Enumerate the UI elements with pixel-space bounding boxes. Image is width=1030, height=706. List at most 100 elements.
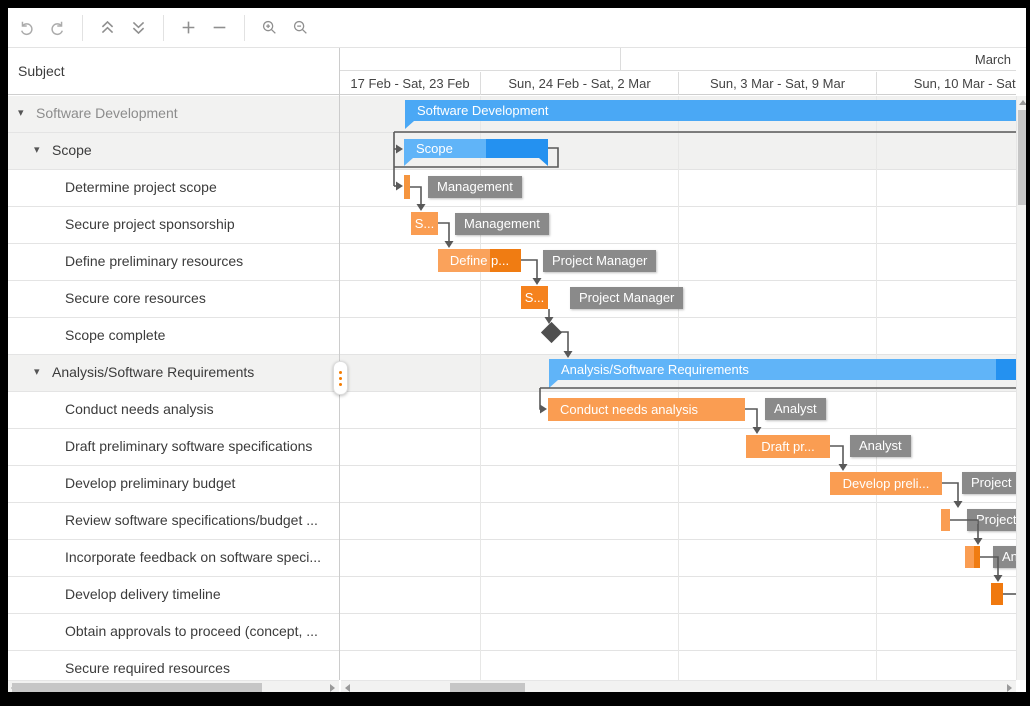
task-row-define-preliminary-resources[interactable]: Define preliminary resources (8, 244, 339, 281)
collapse-chevron-icon[interactable]: ▾ (18, 106, 24, 119)
dependency-arrowhead-icon (838, 464, 848, 471)
collapse-chevron-icon[interactable]: ▾ (34, 143, 40, 156)
dependency-line (950, 519, 979, 540)
dependency-arrowhead-icon (993, 575, 1003, 582)
dependency-arrowhead-icon (396, 144, 403, 154)
zoom-out-button[interactable] (287, 14, 314, 42)
scroll-right-icon[interactable] (330, 684, 335, 692)
week-header-cell: Sun, 10 Mar - Sat, 16 (876, 72, 1016, 95)
main-area: Subject ▾ Software Development ▾ Scope Deter… (8, 48, 1026, 680)
task-row-scope-complete[interactable]: Scope complete (8, 318, 339, 355)
task-row-determine-project-scope[interactable]: Determine project scope (8, 170, 339, 207)
dependency-arrowhead-icon (532, 278, 542, 285)
dependency-line (561, 331, 569, 353)
task-label: Software Development (36, 105, 178, 121)
undo-icon (21, 21, 33, 36)
expand-all-button[interactable] (125, 14, 152, 42)
collapse-all-button[interactable] (94, 14, 121, 42)
zoom-in-icon (262, 20, 276, 34)
task-label: Obtain approvals to proceed (concept, ..… (65, 623, 318, 639)
dependency-arrowhead-icon (563, 351, 573, 358)
panel-splitter-handle[interactable] (333, 361, 348, 395)
zoom-out-icon (293, 20, 307, 34)
task-row-secure-required-resources[interactable]: Secure required resources (8, 651, 339, 680)
dependency-line (438, 222, 450, 243)
dependency-arrowhead-icon (752, 427, 762, 434)
task-grid-panel: Subject ▾ Software Development ▾ Scope Deter… (8, 48, 339, 680)
task-row-conduct-needs-analysis[interactable]: Conduct needs analysis (8, 392, 339, 429)
task-label: Determine project scope (65, 179, 217, 195)
zoom-in-button[interactable] (256, 14, 283, 42)
timeline-month-row: March (340, 48, 1016, 72)
remove-task-icon (213, 26, 226, 29)
task-row-review-software-specifications-budget[interactable]: Review software specifications/budget ..… (8, 503, 339, 540)
month-header-cell: March (620, 48, 1016, 71)
toolbar (8, 8, 1026, 48)
task-label: Review software specifications/budget ..… (65, 512, 318, 528)
task-grid-rows: ▾ Software Development ▾ Scope Determine pro… (8, 96, 339, 680)
toolbar-separator (244, 14, 245, 41)
dependency-line (410, 186, 422, 206)
task-label: Define preliminary resources (65, 253, 244, 269)
dependency-line (394, 147, 559, 168)
dependency-connectors (393, 131, 1016, 595)
dependency-arrowhead-icon (953, 501, 963, 508)
undo-button[interactable] (13, 14, 40, 42)
task-label: Scope complete (65, 327, 166, 343)
dependency-arrowhead-icon (444, 241, 454, 248)
task-label: Secure project sponsorship (65, 216, 235, 232)
task-row-obtain-approvals-to-proceed-concept[interactable]: Obtain approvals to proceed (concept, ..… (8, 614, 339, 651)
redo-button[interactable] (44, 14, 71, 42)
task-label: Analysis/Software Requirements (52, 364, 255, 380)
task-row-analysis-software-requirements[interactable]: ▾ Analysis/Software Requirements (8, 355, 339, 392)
dependency-line (980, 556, 999, 577)
subject-column-header[interactable]: Subject (8, 48, 339, 95)
toolbar-separator (82, 14, 83, 41)
splitter-dot-icon (339, 370, 342, 374)
scroll-left-icon[interactable] (345, 684, 350, 692)
gantt-chart-panel: March 17 Feb - Sat, 23 Feb Sun, 24 Feb - … (340, 48, 1016, 680)
task-row-secure-project-sponsorship[interactable]: Secure project sponsorship (8, 207, 339, 244)
task-label: Develop delivery timeline (65, 586, 221, 602)
dependency-arrowhead-icon (544, 317, 554, 324)
chart-horizontal-scrollbar-thumb[interactable] (450, 683, 525, 692)
task-row-scope[interactable]: ▾ Scope (8, 133, 339, 170)
screenshot-frame: Subject ▾ Software Development ▾ Scope Deter… (0, 0, 1030, 706)
subject-column-header-label: Subject (18, 63, 65, 79)
expand-all-icon (132, 21, 145, 35)
scroll-right-icon[interactable] (1007, 684, 1012, 692)
remove-task-button[interactable] (206, 14, 233, 42)
task-label: Secure core resources (65, 290, 206, 306)
task-label: Develop preliminary budget (65, 475, 236, 491)
task-row-develop-preliminary-budget[interactable]: Develop preliminary budget (8, 466, 339, 503)
dependency-line (830, 445, 844, 466)
scroll-up-icon[interactable] (1019, 100, 1026, 105)
task-row-software-development[interactable]: ▾ Software Development (8, 96, 339, 133)
dependency-line (942, 482, 959, 503)
vertical-scrollbar-thumb[interactable] (1018, 110, 1026, 205)
week-header-cell: Sun, 3 Mar - Sat, 9 Mar (678, 72, 876, 95)
add-task-button[interactable] (175, 14, 202, 42)
grid-horizontal-scrollbar[interactable] (8, 680, 339, 692)
chart-horizontal-scrollbar[interactable] (341, 680, 1016, 692)
month-label: March (974, 51, 1011, 67)
dependency-arrowhead-icon (396, 181, 403, 191)
week-header-cell: 17 Feb - Sat, 23 Feb (350, 76, 470, 91)
horizontal-scrollbar-zone (8, 680, 1026, 692)
splitter-dot-icon (339, 382, 342, 386)
task-label: Draft preliminary software specification… (65, 438, 313, 454)
task-row-incorporate-feedback-on-software-speci[interactable]: Incorporate feedback on software speci..… (8, 540, 339, 577)
gantt-application-window: Subject ▾ Software Development ▾ Scope Deter… (8, 8, 1026, 692)
collapse-all-icon (101, 20, 114, 34)
task-row-draft-preliminary-software-specifications[interactable]: Draft preliminary software specification… (8, 429, 339, 466)
vertical-scrollbar[interactable] (1016, 96, 1026, 680)
task-row-develop-delivery-timeline[interactable]: Develop delivery timeline (8, 577, 339, 614)
grid-horizontal-scrollbar-thumb[interactable] (12, 683, 262, 692)
task-label: Scope (52, 142, 92, 158)
gantt-chart-body: Software Development Scope S... Define p...… (340, 96, 1016, 680)
task-row-secure-core-resources[interactable]: Secure core resources (8, 281, 339, 318)
redo-icon (51, 21, 63, 36)
collapse-chevron-icon[interactable]: ▾ (34, 365, 40, 378)
timeline-week-row: 17 Feb - Sat, 23 Feb Sun, 24 Feb - Sat, 2… (340, 72, 1016, 95)
task-label: Conduct needs analysis (65, 401, 214, 417)
